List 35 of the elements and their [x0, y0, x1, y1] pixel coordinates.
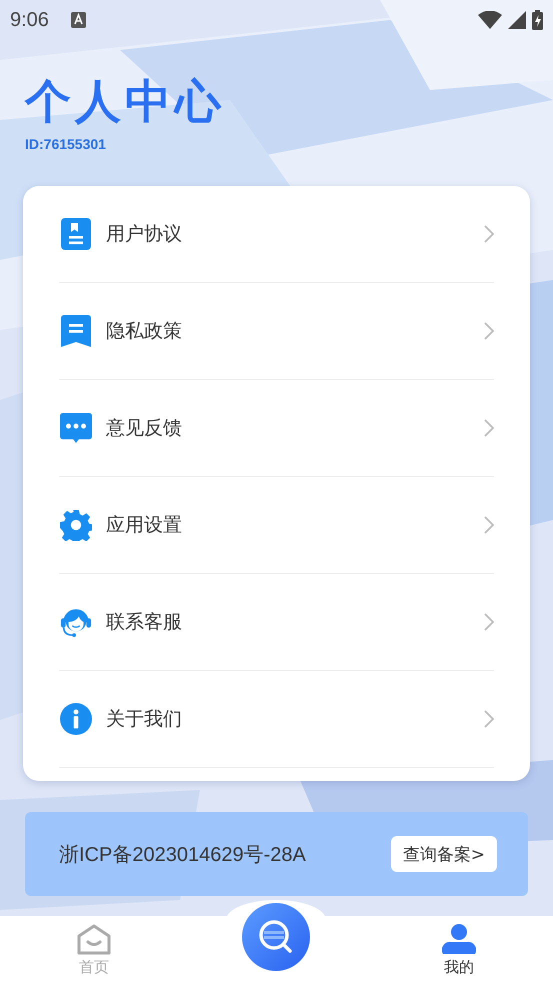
menu-item[interactable]: 意见反馈	[59, 380, 494, 477]
signal-icon	[508, 11, 526, 29]
menu-label: 联系客服	[106, 610, 182, 635]
notification-icon	[70, 12, 86, 28]
nav-tab[interactable]: 我的	[364, 916, 553, 984]
nav-label: 我的	[444, 958, 474, 976]
menu-label: 关于我们	[106, 707, 182, 732]
menu-item[interactable]: 隐私政策	[59, 283, 494, 380]
info-icon	[60, 703, 92, 735]
menu-label: 用户协议	[106, 222, 182, 247]
battery-icon	[532, 10, 543, 30]
page-title: 个人中心	[25, 73, 226, 130]
menu-label: 意见反馈	[106, 416, 182, 441]
icp-number: 浙ICP备2023014629号-28A	[59, 842, 306, 868]
menu-item[interactable]: 用户协议	[59, 186, 494, 283]
menu-item[interactable]: 应用设置	[59, 477, 494, 574]
menu-item[interactable]: 联系客服	[59, 574, 494, 671]
query-button[interactable]: 查询备案>	[390, 836, 497, 872]
chevron-icon	[484, 322, 494, 340]
wifi-icon	[478, 11, 502, 29]
menu-label: 应用设置	[106, 513, 182, 538]
chevron-icon	[484, 225, 494, 243]
menu-item[interactable]: 关于我们	[59, 671, 494, 768]
chevron-icon	[484, 419, 494, 437]
nav-label: 首页	[79, 958, 110, 976]
document-icon	[60, 218, 92, 250]
chevron-icon	[484, 516, 494, 534]
chevron-icon	[484, 710, 494, 728]
chevron-icon	[484, 613, 494, 631]
status-time: 9:06	[10, 8, 49, 32]
bookmark-icon	[60, 315, 92, 347]
chat-bubble-icon	[60, 412, 92, 444]
menu-label: 隐私政策	[106, 319, 182, 344]
user-id: ID:76155301	[25, 136, 107, 152]
settings-icon	[60, 509, 92, 541]
